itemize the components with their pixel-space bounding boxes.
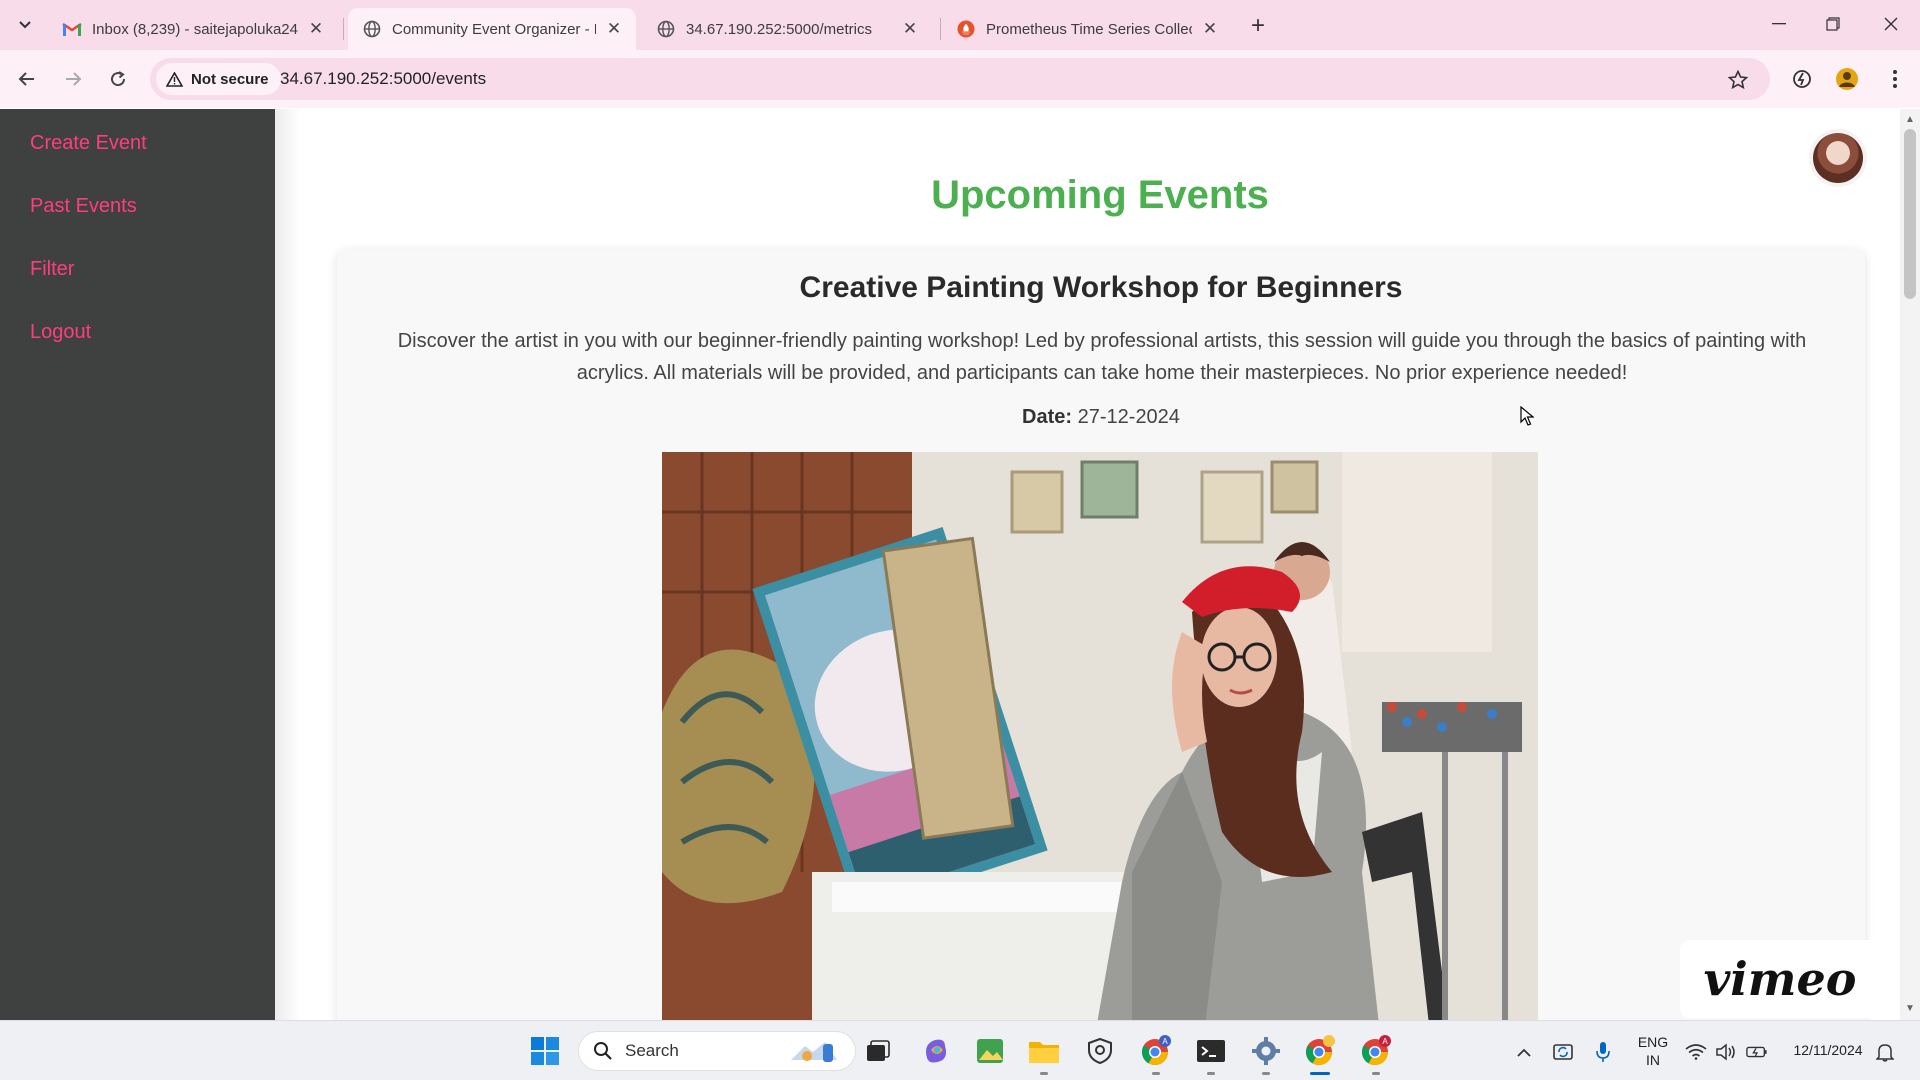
tab-gmail[interactable]: Inbox (8,239) - saitejapoluka24 ✕ bbox=[48, 8, 338, 50]
main-content: Upcoming Events Creative Painting Worksh… bbox=[275, 109, 1900, 1020]
page-scrollbar[interactable]: ▲ ▼ bbox=[1900, 109, 1920, 1020]
tab-divider bbox=[343, 18, 344, 40]
profile-avatar-icon[interactable] bbox=[1832, 64, 1862, 94]
terminal-icon[interactable] bbox=[1193, 1033, 1229, 1075]
tab-title: 34.67.190.252:5000/metrics bbox=[686, 20, 872, 38]
close-icon[interactable]: ✕ bbox=[604, 19, 624, 39]
event-date-value: 27-12-2024 bbox=[1077, 406, 1180, 428]
window-close-icon[interactable] bbox=[1868, 8, 1914, 40]
tab-prometheus[interactable]: Prometheus Time Series Collect ✕ bbox=[942, 8, 1232, 50]
browser-toolbar: Not secure 34.67.190.252:5000/events bbox=[0, 50, 1920, 108]
sidebar-item-filter[interactable]: Filter bbox=[30, 258, 74, 281]
tab-title: Prometheus Time Series Collect bbox=[986, 20, 1192, 38]
settings-gear-icon[interactable] bbox=[1248, 1033, 1284, 1075]
close-icon[interactable]: ✕ bbox=[306, 19, 326, 39]
running-indicator bbox=[1040, 1072, 1048, 1075]
address-bar[interactable]: Not secure 34.67.190.252:5000/events bbox=[150, 58, 1770, 100]
volume-icon[interactable] bbox=[1715, 1041, 1737, 1063]
event-description: Discover the artist in you with our begi… bbox=[397, 330, 1807, 384]
gmail-icon bbox=[62, 19, 82, 39]
search-icon bbox=[593, 1041, 613, 1061]
tab-title: Inbox (8,239) - saitejapoluka24 bbox=[92, 20, 298, 38]
tab-title: Community Event Organizer - E bbox=[392, 20, 596, 38]
globe-icon bbox=[362, 19, 382, 39]
event-date: Date: 27-12-2024 bbox=[337, 406, 1865, 429]
tab-search-chevron-icon[interactable] bbox=[10, 12, 40, 38]
chrome-profile-red-icon[interactable]: A bbox=[1358, 1033, 1394, 1075]
svg-text:A: A bbox=[1382, 1037, 1388, 1046]
microphone-icon[interactable] bbox=[1592, 1041, 1614, 1063]
taskbar-search-box[interactable]: Search bbox=[578, 1031, 856, 1071]
tab-divider bbox=[940, 18, 941, 40]
tab-metrics[interactable]: 34.67.190.252:5000/metrics ✕ bbox=[642, 8, 932, 50]
event-photo-painting-workshop bbox=[662, 452, 1538, 1020]
forward-arrow-icon[interactable] bbox=[58, 64, 88, 94]
event-photo-illustration bbox=[662, 452, 1538, 1020]
wifi-icon[interactable] bbox=[1685, 1041, 1707, 1063]
windows-taskbar: Search A A ENG IN 12/11/2024 bbox=[0, 1020, 1920, 1080]
task-view-icon[interactable] bbox=[860, 1033, 896, 1069]
page-title: Upcoming Events bbox=[931, 173, 1269, 217]
sync-icon[interactable] bbox=[1552, 1041, 1574, 1063]
svg-text:A: A bbox=[1162, 1037, 1168, 1046]
event-date-label: Date: bbox=[1022, 406, 1073, 428]
language-code: ENG bbox=[1637, 1034, 1669, 1050]
event-card: Creative Painting Workshop for Beginners… bbox=[337, 249, 1865, 1020]
search-highlight-icon bbox=[787, 1038, 841, 1071]
event-title: Creative Painting Workshop for Beginners bbox=[799, 271, 1403, 304]
more-menu-icon[interactable] bbox=[1880, 64, 1910, 94]
chrome-profile-a-icon[interactable]: A bbox=[1138, 1033, 1174, 1075]
url-text[interactable]: 34.67.190.252:5000/events bbox=[280, 69, 486, 89]
restore-icon[interactable] bbox=[1810, 8, 1856, 40]
input-language[interactable]: ENG IN bbox=[1634, 1033, 1672, 1069]
taskbar-search-placeholder: Search bbox=[625, 1041, 679, 1060]
mouse-cursor-icon bbox=[1520, 405, 1535, 431]
region-code: IN bbox=[1646, 1052, 1660, 1068]
show-hidden-icons-chevron-icon[interactable] bbox=[1513, 1041, 1535, 1063]
warning-triangle-icon bbox=[166, 71, 183, 87]
chrome-active-icon[interactable] bbox=[1302, 1033, 1338, 1075]
scroll-down-arrow-icon[interactable]: ▼ bbox=[1905, 1004, 1915, 1014]
content-edge-shadow bbox=[275, 109, 300, 1020]
windows-start-icon[interactable] bbox=[527, 1033, 563, 1069]
running-indicator bbox=[1372, 1072, 1380, 1075]
scroll-up-arrow-icon[interactable]: ▲ bbox=[1905, 115, 1915, 125]
taskbar-date[interactable]: 12/11/2024 bbox=[1782, 1041, 1874, 1059]
globe-icon bbox=[656, 19, 676, 39]
battery-icon[interactable] bbox=[1746, 1041, 1768, 1063]
bookmark-star-icon[interactable] bbox=[1726, 68, 1750, 92]
prometheus-icon bbox=[956, 19, 976, 39]
back-arrow-icon[interactable] bbox=[12, 64, 42, 94]
photos-app-icon[interactable] bbox=[972, 1033, 1008, 1069]
security-label: Not secure bbox=[191, 70, 269, 88]
new-tab-plus-icon[interactable]: + bbox=[1244, 12, 1272, 40]
scrollbar-thumb[interactable] bbox=[1904, 129, 1916, 299]
running-indicator bbox=[1207, 1072, 1215, 1075]
running-indicator bbox=[1262, 1072, 1270, 1075]
vimeo-watermark-logo: vimeo bbox=[1680, 940, 1880, 1018]
extension-icon[interactable] bbox=[1787, 64, 1817, 94]
user-avatar[interactable] bbox=[1813, 133, 1863, 183]
copilot-icon[interactable] bbox=[918, 1033, 954, 1069]
file-explorer-icon[interactable] bbox=[1026, 1033, 1062, 1075]
notification-bell-icon[interactable] bbox=[1874, 1041, 1896, 1063]
sidebar: Create Event Past Events Filter Logout bbox=[0, 109, 275, 1020]
tab-strip: Inbox (8,239) - saitejapoluka24 ✕ Commun… bbox=[0, 0, 1920, 50]
close-icon[interactable]: ✕ bbox=[900, 19, 920, 39]
running-indicator bbox=[1152, 1072, 1160, 1075]
sidebar-item-past-events[interactable]: Past Events bbox=[30, 195, 137, 218]
active-indicator bbox=[1310, 1072, 1330, 1075]
reload-icon[interactable] bbox=[103, 64, 133, 94]
minimize-icon[interactable] bbox=[1756, 8, 1802, 40]
sidebar-item-logout[interactable]: Logout bbox=[30, 321, 91, 344]
close-icon[interactable]: ✕ bbox=[1200, 19, 1220, 39]
sidebar-item-create-event[interactable]: Create Event bbox=[30, 132, 147, 155]
not-secure-chip[interactable]: Not secure bbox=[156, 63, 281, 95]
security-shield-icon[interactable] bbox=[1082, 1033, 1118, 1069]
tab-community-event-organizer[interactable]: Community Event Organizer - E ✕ bbox=[348, 8, 636, 50]
